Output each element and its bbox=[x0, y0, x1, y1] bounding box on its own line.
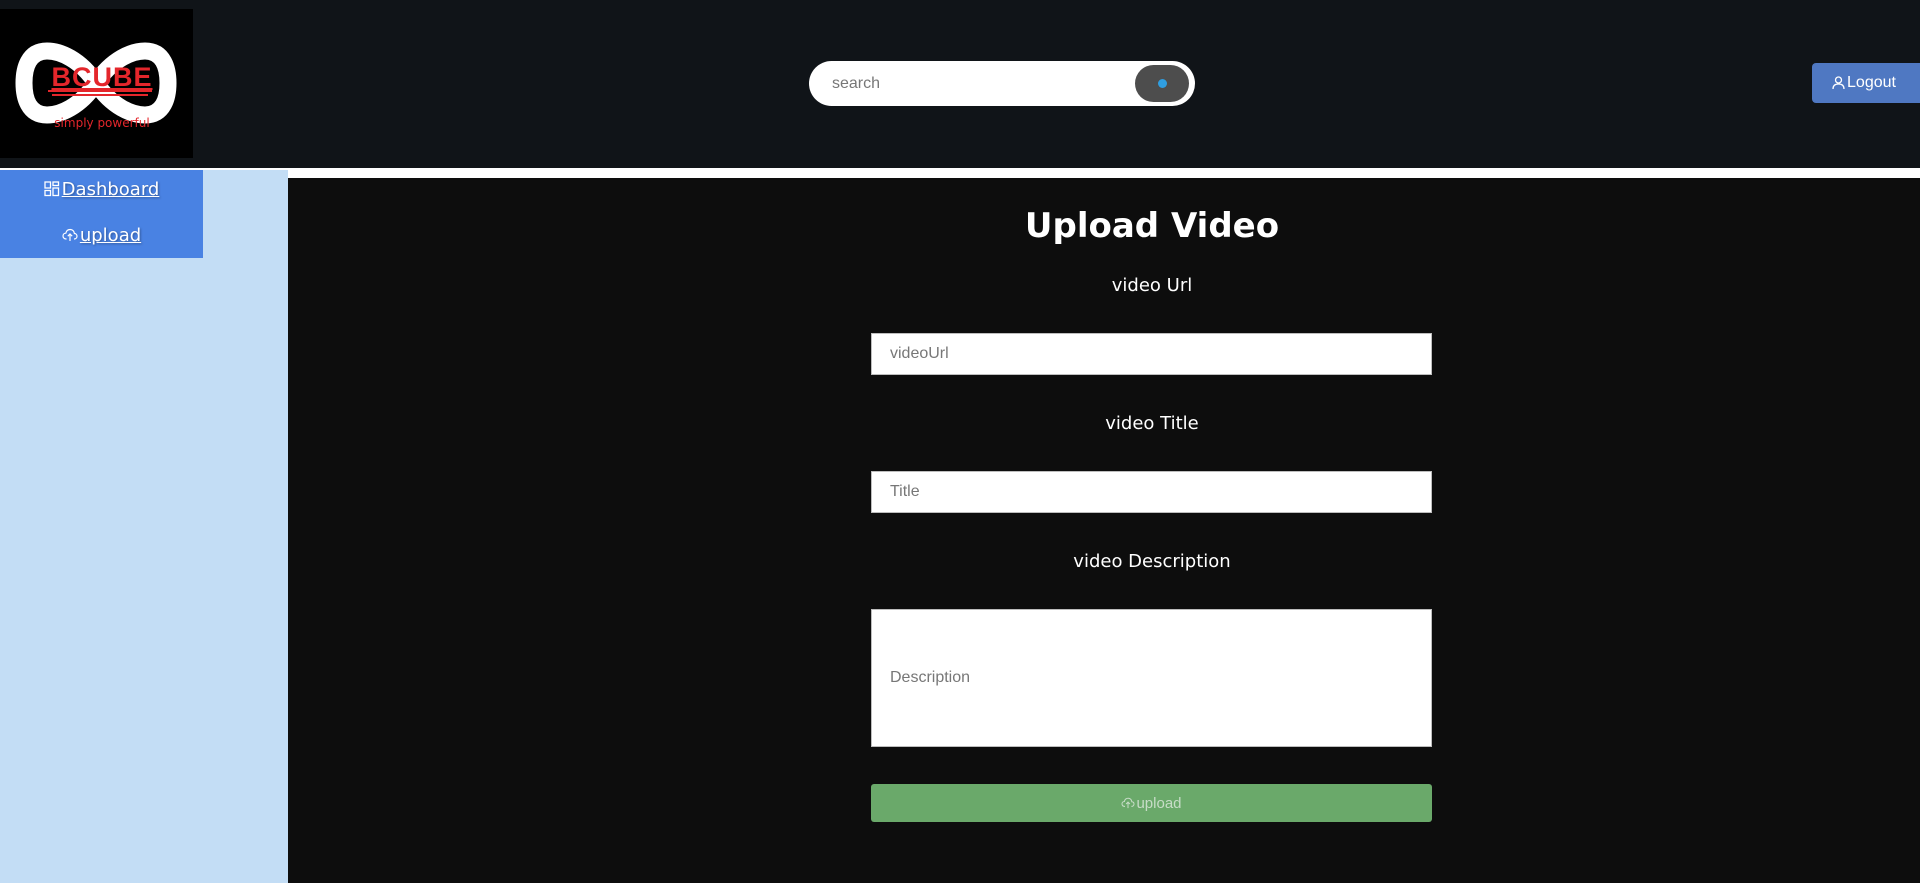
upload-submit-button[interactable]: upload bbox=[871, 784, 1432, 822]
search-icon bbox=[1158, 79, 1167, 88]
sidebar-item-dashboard[interactable]: Dashboard bbox=[0, 169, 203, 209]
logo-text: BCUBE bbox=[51, 62, 153, 92]
video-url-label: video Url bbox=[1111, 275, 1193, 296]
cloud-upload-icon bbox=[62, 228, 78, 241]
video-title-label: video Title bbox=[1105, 413, 1199, 434]
search-input[interactable] bbox=[830, 68, 1134, 100]
page-title: Upload Video bbox=[1024, 206, 1280, 246]
dashboard-grid-icon bbox=[44, 181, 59, 197]
top-header: BCUBE simply powerful Logout bbox=[0, 0, 1920, 168]
sidebar-item-upload[interactable]: upload bbox=[0, 215, 203, 255]
logout-label: Logout bbox=[1847, 74, 1896, 91]
upload-button-label: upload bbox=[1136, 794, 1182, 812]
brand-logo[interactable]: BCUBE simply powerful bbox=[0, 9, 193, 158]
search-button[interactable] bbox=[1135, 65, 1189, 102]
video-description-textarea[interactable] bbox=[871, 609, 1432, 747]
sidebar-item-label: upload bbox=[79, 224, 142, 246]
logout-button[interactable]: Logout bbox=[1812, 63, 1920, 103]
video-title-input[interactable] bbox=[871, 471, 1432, 513]
page: BCUBE simply powerful Logout Dashboard bbox=[0, 0, 1920, 883]
search-bar bbox=[809, 61, 1195, 106]
user-icon bbox=[1832, 76, 1845, 90]
upload-form: Upload Video video Url video Title video… bbox=[288, 178, 1920, 883]
cloud-upload-icon bbox=[1121, 797, 1135, 809]
sidebar bbox=[0, 170, 288, 883]
sidebar-item-label: Dashboard bbox=[61, 178, 160, 200]
video-url-input[interactable] bbox=[871, 333, 1432, 375]
logo-tagline: simply powerful bbox=[54, 116, 150, 130]
video-description-label: video Description bbox=[1073, 551, 1231, 572]
